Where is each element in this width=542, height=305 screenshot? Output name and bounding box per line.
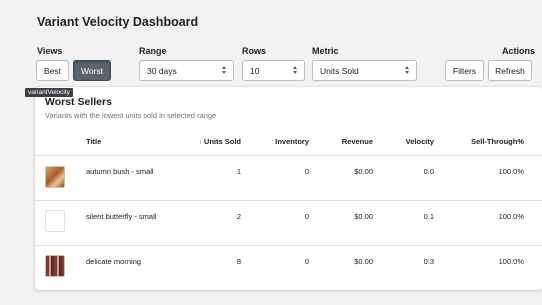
- chevron-updown-icon: [404, 64, 410, 76]
- row-inventory: 0: [304, 212, 309, 221]
- column-header-inventory[interactable]: Inventory: [259, 137, 309, 146]
- row-divider: [35, 200, 542, 201]
- row-revenue: $0.00: [354, 257, 373, 266]
- header-divider: [35, 155, 542, 156]
- actions-label: Actions: [502, 46, 536, 56]
- row-velocity: 0.3: [423, 257, 434, 266]
- card-subtitle: Variants with the lowest units sold in s…: [45, 111, 217, 120]
- product-thumbnail: [45, 255, 65, 277]
- chevron-updown-icon: [292, 64, 298, 76]
- worst-sellers-card: Worst Sellers Variants with the lowest u…: [35, 87, 542, 290]
- refresh-button[interactable]: Refresh: [488, 60, 532, 81]
- worst-button[interactable]: Worst: [73, 60, 111, 81]
- row-inventory: 0: [304, 167, 309, 176]
- tooltip: variantVelocity: [25, 88, 73, 97]
- range-select-value: 30 days: [147, 65, 177, 76]
- row-title[interactable]: autumn bush - small: [86, 167, 154, 176]
- row-revenue: $0.00: [354, 212, 373, 221]
- range-select[interactable]: 30 days: [139, 60, 234, 81]
- filters-button[interactable]: Filters: [445, 60, 484, 81]
- column-header-units-sold[interactable]: ↑ Units Sold: [185, 137, 241, 146]
- best-button[interactable]: Best: [36, 60, 69, 81]
- column-header-velocity[interactable]: Velocity: [383, 137, 434, 146]
- column-header-revenue[interactable]: Revenue: [323, 137, 373, 146]
- row-sell-through: 100.0%: [498, 257, 524, 266]
- rows-label: Rows: [242, 46, 267, 56]
- column-header-sell-through[interactable]: Sell-Through%: [455, 137, 524, 146]
- range-label: Range: [139, 46, 167, 56]
- row-divider: [35, 245, 542, 246]
- row-revenue: $0.00: [354, 167, 373, 176]
- row-title[interactable]: delicate morning: [86, 257, 141, 266]
- sort-ascending-icon: ↑: [198, 139, 202, 146]
- metric-select-value: Units Sold: [320, 65, 359, 76]
- product-thumbnail: [45, 210, 65, 232]
- dashboard-page: Variant Velocity Dashboard Views Best Wo…: [0, 0, 542, 305]
- row-velocity: 0.0: [423, 167, 434, 176]
- row-units-sold: 1: [236, 167, 241, 176]
- column-header-units-sold-label: Units Sold: [203, 137, 241, 146]
- row-title[interactable]: silent butterfly - small: [86, 212, 156, 221]
- rows-select[interactable]: 10: [242, 60, 305, 81]
- row-sell-through: 100.0%: [498, 212, 524, 221]
- metric-label: Metric: [312, 46, 339, 56]
- page-title: Variant Velocity Dashboard: [37, 15, 199, 29]
- chevron-updown-icon: [221, 64, 227, 76]
- card-title: Worst Sellers: [45, 96, 112, 108]
- rows-select-value: 10: [250, 65, 260, 76]
- row-units-sold: 8: [236, 257, 241, 266]
- product-thumbnail: [45, 166, 65, 188]
- row-inventory: 0: [304, 257, 309, 266]
- column-header-title[interactable]: Title: [86, 137, 101, 146]
- row-units-sold: 2: [236, 212, 241, 221]
- row-velocity: 0.1: [423, 212, 434, 221]
- row-sell-through: 100.0%: [498, 167, 524, 176]
- views-label: Views: [37, 46, 63, 56]
- metric-select[interactable]: Units Sold: [312, 60, 417, 81]
